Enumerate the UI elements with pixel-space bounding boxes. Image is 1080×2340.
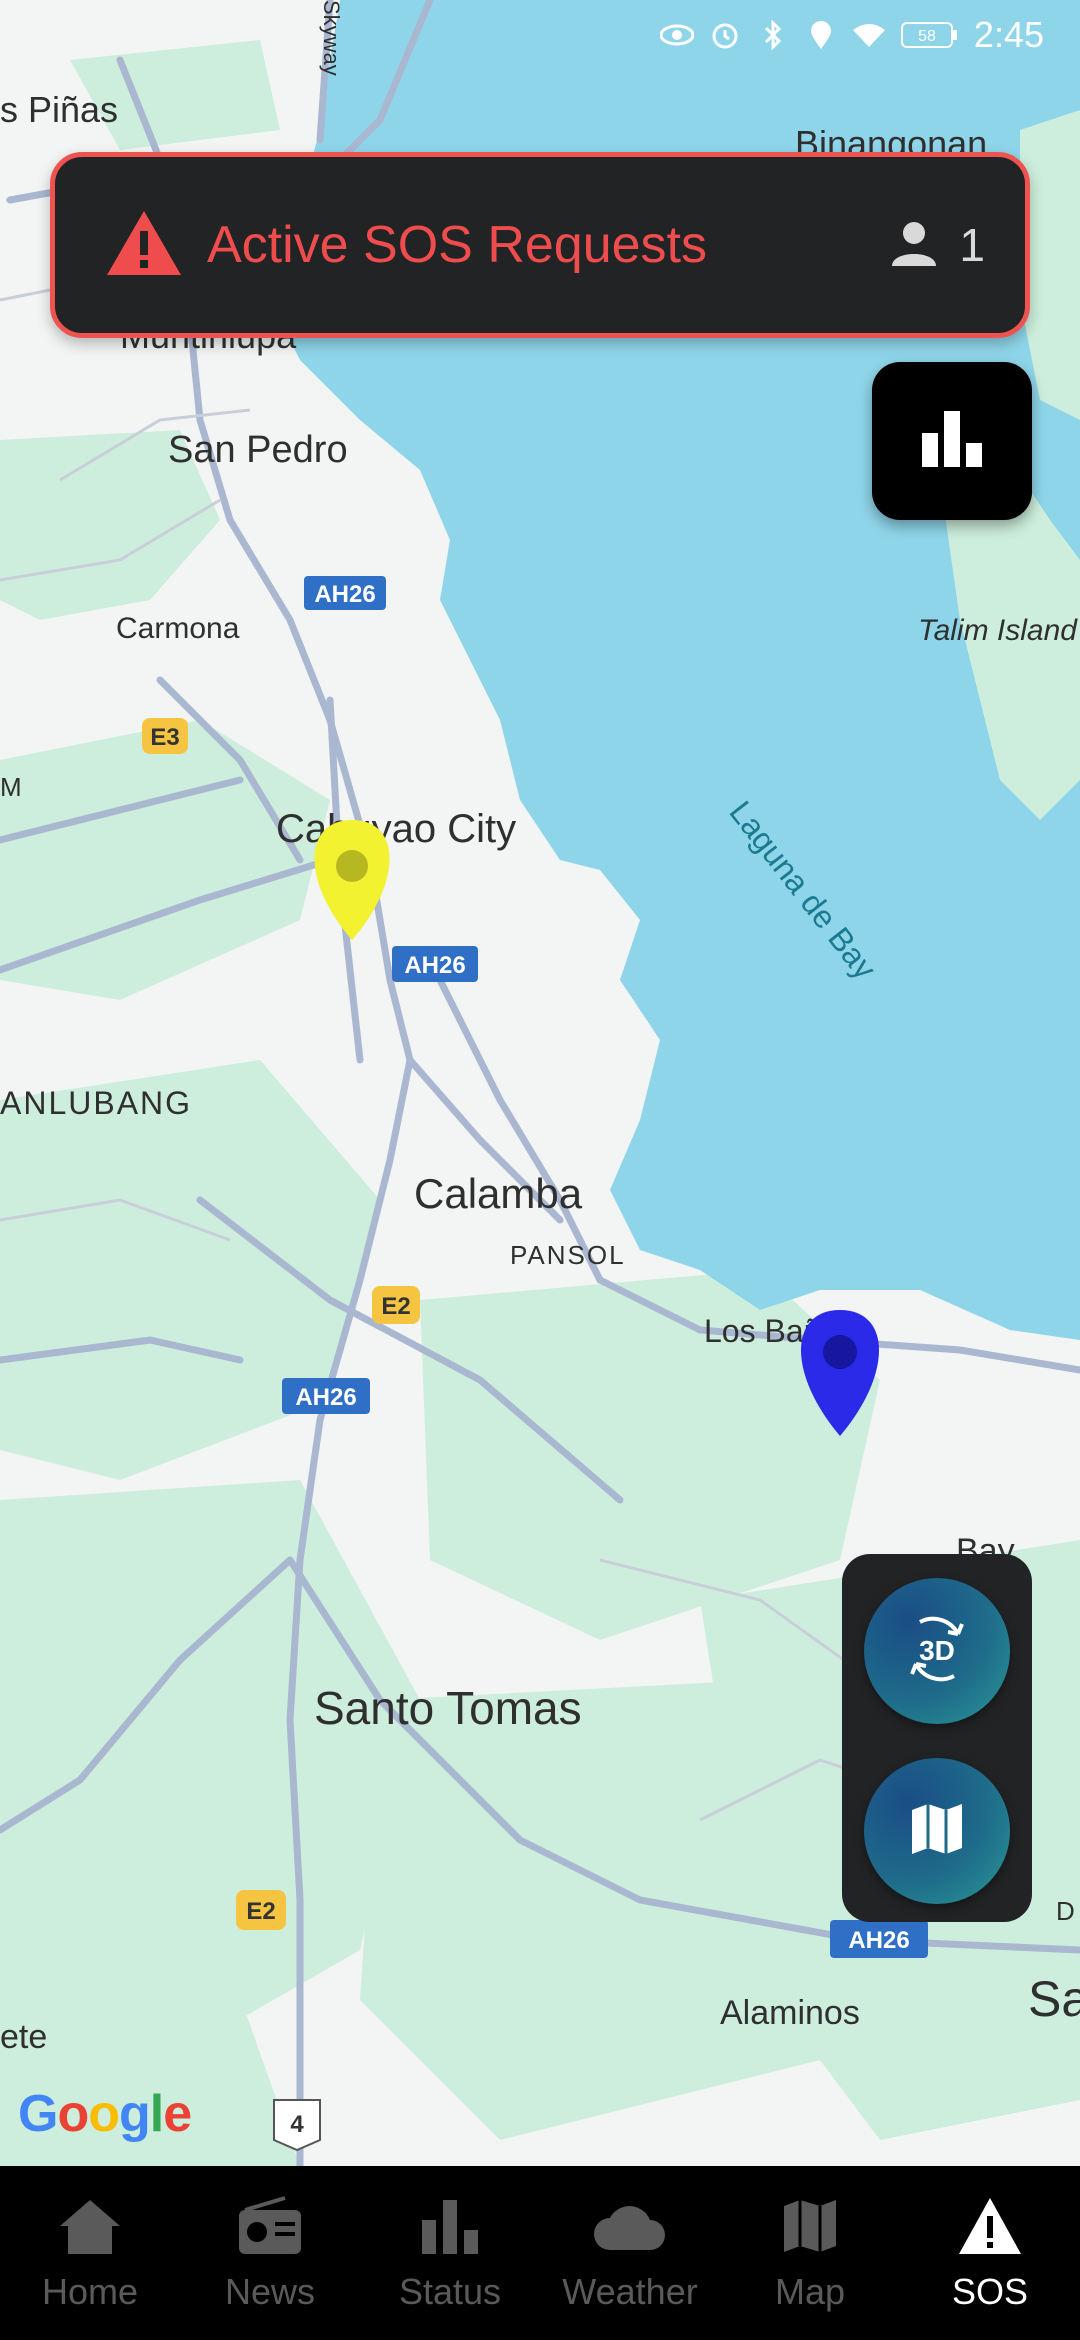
person-icon	[889, 218, 939, 273]
shield-e2-1: E2	[381, 1293, 410, 1320]
label-calamba: Calamba	[414, 1170, 583, 1217]
warning-icon	[957, 2196, 1023, 2261]
wifi-icon	[852, 18, 886, 52]
bar-chart-icon	[920, 409, 984, 474]
label-talim-island: Talim Island	[918, 614, 1078, 647]
nav-item-home[interactable]: Home	[0, 2166, 180, 2340]
label-d: D	[1056, 1896, 1075, 1926]
sos-count: 1	[959, 219, 985, 271]
nav-item-status[interactable]: Status	[360, 2166, 540, 2340]
map-type-button[interactable]	[864, 1758, 1010, 1904]
nav-label-weather: Weather	[562, 2271, 698, 2312]
shield-ah26-4: AH26	[848, 1927, 909, 1954]
shield-ah26-2: AH26	[404, 952, 465, 979]
radio-icon	[237, 2196, 303, 2261]
shield-route-4: 4	[290, 2111, 304, 2138]
label-lanlubang: ANLUBANG	[0, 1085, 192, 1121]
shield-e2-2: E2	[246, 1898, 275, 1925]
sos-banner-title: Active SOS Requests	[207, 216, 707, 274]
home-icon	[58, 2196, 122, 2261]
shield-ah26-1: AH26	[314, 581, 375, 608]
label-ete: ete	[0, 2018, 47, 2056]
cloud-icon	[592, 2196, 668, 2261]
shield-ah26-3: AH26	[295, 1384, 356, 1411]
map-controls-panel: 3D	[842, 1554, 1032, 1922]
nav-item-news[interactable]: News	[180, 2166, 360, 2340]
btn-3d-label: 3D	[919, 1635, 955, 1666]
nav-item-map[interactable]: Map	[720, 2166, 900, 2340]
nav-label-sos: SOS	[951, 2271, 1029, 2312]
nav-label-map: Map	[774, 2271, 846, 2312]
bluetooth-icon	[756, 18, 790, 52]
map-icon	[908, 1800, 966, 1863]
sos-requests-banner[interactable]: Active SOS Requests 1	[50, 152, 1030, 338]
label-pansol: PANSOL	[510, 1240, 626, 1270]
nav-item-weather[interactable]: Weather	[540, 2166, 720, 2340]
battery-icon: 58	[900, 18, 960, 52]
label-cabuyao-city: Cabuyao City	[276, 807, 516, 851]
bottom-navigation: Home News Status Weather Map SOS	[0, 2166, 1080, 2340]
shield-e3: E3	[150, 724, 179, 751]
map-icon	[780, 2196, 840, 2261]
label-las-pinas: s Piñas	[0, 89, 118, 130]
alarm-icon	[708, 18, 742, 52]
label-sa: Sa	[1028, 1971, 1080, 2027]
nav-label-home: Home	[41, 2271, 139, 2312]
battery-level: 58	[918, 28, 936, 45]
nav-label-news: News	[224, 2271, 316, 2312]
eye-icon	[659, 18, 694, 52]
status-bar: 58 2:45	[0, 0, 1080, 70]
clock: 2:45	[973, 14, 1044, 55]
location-icon	[804, 18, 838, 52]
label-san-pedro: San Pedro	[168, 429, 348, 471]
label-carmona: Carmona	[116, 612, 240, 645]
bar-chart-icon	[420, 2196, 480, 2261]
warning-icon	[105, 209, 183, 282]
toggle-3d-button[interactable]: 3D	[864, 1578, 1010, 1724]
statistics-button[interactable]	[872, 362, 1032, 520]
label-santo-tomas: Santo Tomas	[314, 1682, 582, 1734]
nav-label-status: Status	[398, 2271, 502, 2312]
label-m: M	[0, 772, 22, 802]
nav-item-sos[interactable]: SOS	[900, 2166, 1080, 2340]
google-attribution: Google	[18, 2085, 192, 2143]
label-alaminos: Alaminos	[720, 1994, 860, 2032]
